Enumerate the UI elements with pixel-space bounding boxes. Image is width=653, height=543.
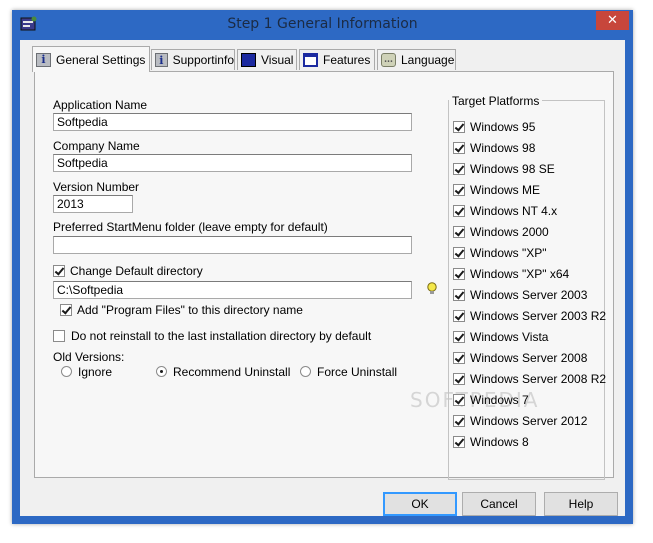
platform-checkbox-server2008[interactable] [453, 352, 465, 364]
platform-label: Windows Server 2012 [470, 414, 588, 428]
target-platforms-title: Target Platforms [449, 94, 543, 108]
dialog-client-area: i General Settings i Supportinfo Visual … [20, 40, 625, 516]
platform-label: Windows ME [470, 183, 541, 197]
radio-force-uninstall[interactable] [300, 366, 311, 377]
platform-label: Windows Vista [470, 330, 549, 344]
ok-button[interactable]: OK [383, 492, 457, 516]
tab-language[interactable]: … Language [377, 49, 456, 70]
startmenu-label: Preferred StartMenu folder (leave empty … [53, 220, 328, 234]
tab-general-settings[interactable]: i General Settings [32, 46, 150, 72]
platform-checkbox-vista[interactable] [453, 331, 465, 343]
change-dir-checkbox[interactable] [53, 265, 65, 277]
platform-checkbox-server2003r2[interactable] [453, 310, 465, 322]
installer-window: Step 1 General Information ✕ i General S… [12, 10, 633, 524]
directory-input[interactable]: C:\Softpedia [53, 281, 412, 299]
platform-label: Windows NT 4.x [470, 204, 558, 218]
info-icon: i [155, 53, 168, 67]
platform-label: Windows Server 2008 [470, 351, 588, 365]
platform-label: Windows Server 2008 R2 [470, 372, 607, 386]
change-dir-label: Change Default directory [70, 264, 203, 278]
tab-label: Language [401, 53, 455, 67]
platform-label: Windows 98 SE [470, 162, 555, 176]
tab-visual[interactable]: Visual [237, 49, 297, 70]
radio-force-label: Force Uninstall [317, 365, 398, 379]
radio-ignore-label: Ignore [78, 365, 113, 379]
platform-label: Windows "XP" [470, 246, 547, 260]
platform-checkbox-win8[interactable] [453, 436, 465, 448]
platform-checkbox-winxp64[interactable] [453, 268, 465, 280]
tab-label: Supportinfo [172, 53, 234, 67]
no-reinstall-label: Do not reinstall to the last installatio… [71, 329, 372, 343]
platform-label: Windows 7 [470, 393, 529, 407]
features-window-icon [303, 53, 318, 67]
language-bubble-icon: … [381, 53, 396, 67]
platform-checkbox-win2000[interactable] [453, 226, 465, 238]
company-name-label: Company Name [53, 139, 140, 153]
version-input[interactable]: 2013 [53, 195, 133, 213]
close-button[interactable]: ✕ [596, 11, 629, 30]
tab-supportinfo[interactable]: i Supportinfo [151, 49, 235, 70]
platform-label: Windows Server 2003 [470, 288, 588, 302]
add-program-files-checkbox[interactable] [60, 304, 72, 316]
platform-label: Windows 8 [470, 435, 529, 449]
info-icon: i [36, 52, 51, 67]
platform-checkbox-server2008r2[interactable] [453, 373, 465, 385]
platform-checkbox-server2012[interactable] [453, 415, 465, 427]
app-name-label: Application Name [53, 98, 148, 112]
platform-label: Windows "XP" x64 [470, 267, 570, 281]
radio-ignore[interactable] [61, 366, 72, 377]
add-program-files-label: Add "Program Files" to this directory na… [77, 303, 303, 317]
window-title: Step 1 General Information [227, 16, 418, 32]
cancel-button[interactable]: Cancel [462, 492, 536, 516]
platform-label: Windows Server 2003 R2 [470, 309, 607, 323]
platform-checkbox-win7[interactable] [453, 394, 465, 406]
radio-recommend-label: Recommend Uninstall [173, 365, 291, 379]
help-button[interactable]: Help [544, 492, 618, 516]
platform-checkbox-winme[interactable] [453, 184, 465, 196]
platform-label: Windows 2000 [470, 225, 549, 239]
no-reinstall-checkbox[interactable] [53, 330, 65, 342]
platform-checkbox-win98[interactable] [453, 142, 465, 154]
platform-checkbox-winnt4[interactable] [453, 205, 465, 217]
platform-checkbox-winxp[interactable] [453, 247, 465, 259]
title-bar[interactable]: Step 1 General Information ✕ [12, 10, 633, 38]
platform-checkbox-server2003[interactable] [453, 289, 465, 301]
tab-label: Features [323, 53, 371, 67]
app-name-input[interactable]: Softpedia [53, 113, 412, 131]
platform-label: Windows 95 [470, 120, 536, 134]
lightbulb-icon[interactable] [426, 282, 438, 296]
visual-icon [241, 53, 256, 67]
version-label: Version Number [53, 180, 140, 194]
tab-label: Visual [261, 53, 294, 67]
tab-label: General Settings [56, 52, 146, 67]
platform-label: Windows 98 [470, 141, 536, 155]
platform-checkbox-win95[interactable] [453, 121, 465, 133]
old-versions-label: Old Versions: [53, 350, 125, 364]
radio-recommend-uninstall[interactable] [156, 366, 167, 377]
startmenu-input[interactable] [53, 236, 412, 254]
tab-features[interactable]: Features [299, 49, 375, 70]
company-name-input[interactable]: Softpedia [53, 154, 412, 172]
platform-checkbox-win98se[interactable] [453, 163, 465, 175]
